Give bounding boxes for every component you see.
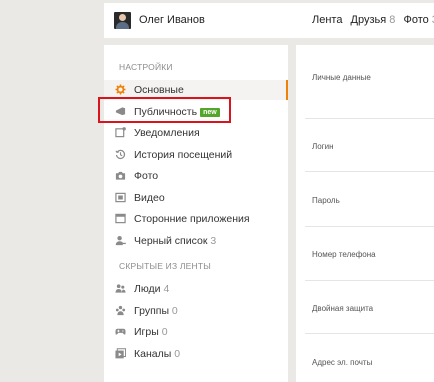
sidebar-item-label: Видео [134,192,165,204]
apps-icon [115,213,126,224]
sidebar-item-label: Люди [134,283,161,295]
divider [305,333,434,334]
field-email[interactable]: Адрес эл. почты [312,358,372,367]
sidebar-item-games[interactable]: Игры 0 [104,322,288,342]
sidebar-item-history[interactable]: История посещений [104,145,288,165]
history-icon [115,149,126,160]
sidebar-item-blacklist[interactable]: Черный список 3 [104,231,288,251]
field-two-factor[interactable]: Двойная защита [312,304,373,313]
field-password[interactable]: Пароль [312,196,340,205]
field-personal-data[interactable]: Личные данные [312,73,371,82]
settings-sidebar: НАСТРОЙКИ Основные Публичность new Уведом… [104,45,288,382]
settings-content: Личные данные Логин Пароль Номер телефон… [296,45,434,382]
groups-icon [115,305,126,316]
divider [305,280,434,281]
video-icon [115,192,126,203]
sidebar-item-label: Фото [134,170,159,182]
item-count: 4 [163,283,170,295]
sidebar-item-label: История посещений [134,149,233,161]
sidebar-item-label: Основные [134,84,184,96]
nav-friends[interactable]: Друзья 8 [351,14,396,26]
sidebar-item-people[interactable]: Люди 4 [104,279,288,299]
sidebar-item-label: Уведомления [134,127,200,139]
divider [305,226,434,227]
highlight-box [98,97,231,123]
item-count: 0 [171,305,178,317]
item-count: 0 [174,348,181,360]
active-indicator [286,80,288,100]
hidden-section-title: СКРЫТЫЕ ИЗ ЛЕНТЫ [119,261,211,271]
avatar[interactable] [114,12,131,29]
gamepad-icon [115,328,126,335]
divider [305,171,434,172]
settings-section-title: НАСТРОЙКИ [119,62,173,72]
notification-icon [115,127,126,138]
people-icon [115,284,126,293]
sidebar-item-channels[interactable]: Каналы 0 [104,344,288,364]
sidebar-item-label: Группы [134,305,169,317]
sidebar-item-label: Каналы [134,348,172,360]
blacklist-icon [115,236,126,246]
nav-photos[interactable]: Фото 3 [403,14,434,26]
sidebar-item-apps[interactable]: Сторонние приложения [104,209,288,229]
item-count: 0 [161,326,168,338]
top-bar: Олег Иванов Лента Друзья 8 Фото 3 [104,3,434,38]
sidebar-item-label: Черный список [134,235,208,247]
sidebar-item-notifications[interactable]: Уведомления [104,123,288,143]
top-nav: Лента Друзья 8 Фото 3 [312,14,434,26]
channels-icon [115,348,126,359]
field-login[interactable]: Логин [312,142,334,151]
gear-icon [115,84,126,95]
field-phone[interactable]: Номер телефона [312,250,376,259]
sidebar-item-label: Игры [134,326,159,338]
sidebar-item-video[interactable]: Видео [104,188,288,208]
divider [305,118,434,119]
sidebar-item-groups[interactable]: Группы 0 [104,301,288,321]
item-count: 3 [210,235,217,247]
sidebar-item-label: Сторонние приложения [134,213,250,225]
nav-feed[interactable]: Лента [312,14,342,26]
camera-icon [115,171,126,180]
user-name[interactable]: Олег Иванов [139,14,205,26]
sidebar-item-photo[interactable]: Фото [104,166,288,186]
